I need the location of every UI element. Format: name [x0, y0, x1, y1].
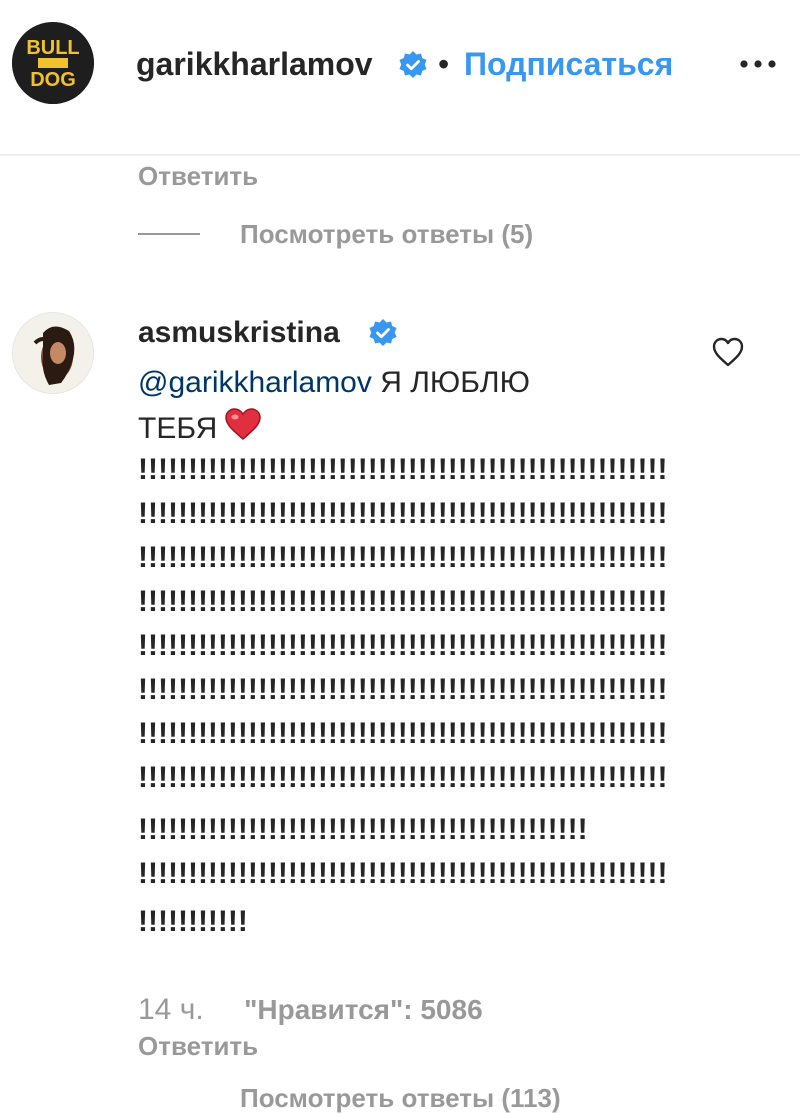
- follow-button[interactable]: Подписаться: [464, 44, 673, 84]
- comment-excl-line: !!!!!!!!!!!!!!!!!!!!!!!!!!!!!!!!!!!!!!!!…: [138, 857, 668, 890]
- comment-text: @garikkharlamov Я ЛЮБЛЮ ТЕБЯ: [138, 360, 678, 456]
- avatar-logo-text: DOG: [30, 69, 76, 91]
- avatar-photo: [13, 313, 93, 393]
- account-username[interactable]: garikkharlamov: [136, 44, 373, 84]
- comment-text-line2: ТЕБЯ: [138, 412, 218, 445]
- post-header: BULL DOG garikkharlamov • Подписаться: [0, 0, 800, 156]
- comment-excl-line: !!!!!!!!!!!!!!!!!!!!!!!!!!!!!!!!!!!!!!!!…: [138, 497, 668, 530]
- comment-excl-line: !!!!!!!!!!!!!!!!!!!!!!!!!!!!!!!!!!!!!!!!…: [138, 717, 668, 750]
- commenter-avatar[interactable]: [12, 312, 94, 394]
- reply-button[interactable]: Ответить: [138, 1030, 258, 1062]
- avatar-logo-text: BULL: [26, 37, 79, 59]
- bulldog-logo: BULL DOG: [12, 22, 94, 104]
- verified-badge-icon: [368, 318, 398, 353]
- verified-badge-icon: [398, 50, 428, 85]
- comment-excl-line: !!!!!!!!!!!!!!!!!!!!!!!!!!!!!!!!!!!!!!!!…: [138, 453, 668, 486]
- comment-author-username[interactable]: asmuskristina: [138, 314, 340, 352]
- view-replies-label: Посмотреть ответы (5): [240, 219, 534, 249]
- comment-excl-line: !!!!!!!!!!!!!!!!!!!!!!!!!!!!!!!!!!!!!!!!…: [138, 585, 668, 618]
- replies-divider-line: [138, 233, 200, 235]
- reply-button[interactable]: Ответить: [138, 160, 258, 192]
- account-avatar[interactable]: BULL DOG: [12, 22, 94, 104]
- comment-meta: 14 ч. "Нравится": 5086: [138, 990, 483, 1030]
- comment-excl-line: !!!!!!!!!!!: [138, 905, 248, 938]
- more-options-icon[interactable]: [736, 52, 780, 76]
- comment-excl-line: !!!!!!!!!!!!!!!!!!!!!!!!!!!!!!!!!!!!!!!!…: [138, 629, 668, 662]
- comment-likes-count[interactable]: "Нравится": 5086: [244, 994, 483, 1025]
- comment-excl-line: !!!!!!!!!!!!!!!!!!!!!!!!!!!!!!!!!!!!!!!!…: [138, 673, 668, 706]
- comment-text-line1: Я ЛЮБЛЮ: [371, 366, 530, 399]
- header-separator: •: [438, 46, 450, 82]
- comments-feed: Ответить Посмотреть ответы (5) asmuskris…: [0, 0, 800, 1113]
- comment-excl-line: !!!!!!!!!!!!!!!!!!!!!!!!!!!!!!!!!!!!!!!!…: [138, 541, 668, 574]
- comment-timestamp[interactable]: 14 ч.: [138, 993, 204, 1026]
- comment-excl-line: !!!!!!!!!!!!!!!!!!!!!!!!!!!!!!!!!!!!!!!!…: [138, 761, 668, 794]
- mention-link[interactable]: @garikkharlamov: [138, 366, 372, 399]
- like-heart-icon[interactable]: [710, 334, 746, 370]
- view-replies-button[interactable]: Посмотреть ответы (113): [240, 1082, 561, 1114]
- comment-excl-line: !!!!!!!!!!!!!!!!!!!!!!!!!!!!!!!!!!!!!!!!…: [138, 813, 588, 846]
